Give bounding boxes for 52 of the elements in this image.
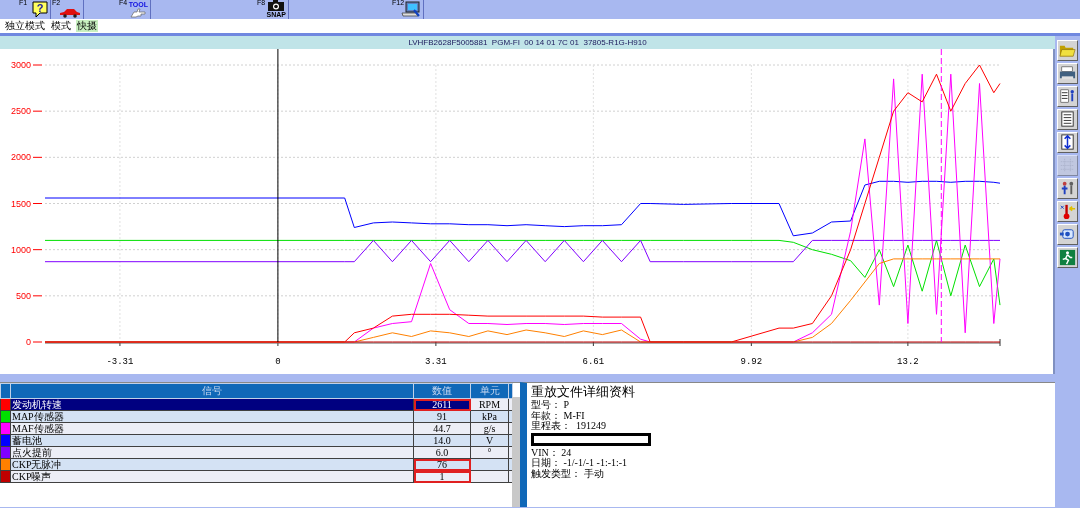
help-icon: ? [32, 1, 48, 18]
toolbar-button[interactable] [1057, 40, 1078, 61]
toolbar-button[interactable] [1057, 247, 1078, 268]
document-icon [1058, 110, 1077, 129]
exit-icon [1058, 248, 1077, 267]
axis-label: 1000 [10, 244, 31, 255]
table-row[interactable]: 蓄电池 14.0 V [0, 434, 513, 447]
axis-label: 500 [15, 290, 31, 301]
camera-icon [267, 0, 286, 11]
detail-line: 日期： -1/-1/-1 -1:-1:-1 [531, 458, 628, 469]
axis-label: 13.2 [897, 357, 919, 367]
axis-label: 9.92 [740, 357, 763, 367]
vertical-arrows-icon [1058, 133, 1077, 152]
window-title: LVHFB2628F5005881 PGM-FI 00 14 01 7C 01 37805-R1G-H910 [408, 38, 647, 47]
axis-label: 1500 [10, 198, 31, 209]
table-row[interactable]: MAP传感器 91 kPa [0, 410, 513, 423]
mode-tab[interactable]: 快摄 [76, 20, 98, 32]
toolbar-button[interactable] [1057, 224, 1078, 245]
car-icon [59, 8, 81, 18]
scrollbar[interactable] [512, 397, 520, 507]
axis-label: 3.31 [425, 357, 447, 367]
axis-label: 2000 [10, 152, 31, 163]
axis-label: 3000 [10, 60, 31, 70]
document-icon [1058, 87, 1077, 106]
axis-label: 2500 [10, 106, 31, 117]
detail-line: 型号： P [531, 400, 570, 410]
axis-label: 0 [26, 337, 31, 347]
table-row[interactable]: CKP噪声 1 [0, 470, 513, 483]
detail-line: 触发类型： 手动 [531, 468, 604, 479]
detail-line: VIN： 24 [531, 447, 572, 458]
toolbar-button[interactable] [1057, 109, 1078, 130]
column-header: 数值 [413, 383, 471, 399]
mode-tab[interactable]: 独立模式 [4, 20, 46, 32]
column-header: 单元 [470, 383, 509, 399]
toolbar-button[interactable] [1057, 63, 1078, 84]
toolbar-button[interactable] [1057, 86, 1078, 107]
table-row[interactable]: MAF传感器 44.7 g/s [0, 422, 513, 435]
thermometer-icon [1058, 202, 1077, 221]
table-row[interactable]: 发动机转速 2611 RPM [0, 398, 513, 411]
toolbar-button[interactable] [1057, 132, 1078, 153]
mode-tab[interactable]: 模式 [50, 20, 72, 32]
toolbar-button[interactable] [1057, 201, 1078, 222]
axis-label: 0 [275, 357, 281, 367]
panel-title: 重放文件详细资料 [531, 385, 635, 399]
axis-label: -3.31 [106, 357, 134, 367]
table-row[interactable]: 点火提前 6.0 ° [0, 446, 513, 459]
toolbar-button[interactable] [1057, 178, 1078, 199]
detail-line: 年款： M-FI [531, 410, 585, 421]
detail-line: 里程表： 191249 [531, 421, 606, 432]
table-row[interactable]: CKP无脉冲 76 [0, 458, 513, 471]
column-header: 信号 [10, 383, 414, 399]
axis-label: 6.61 [582, 357, 605, 367]
